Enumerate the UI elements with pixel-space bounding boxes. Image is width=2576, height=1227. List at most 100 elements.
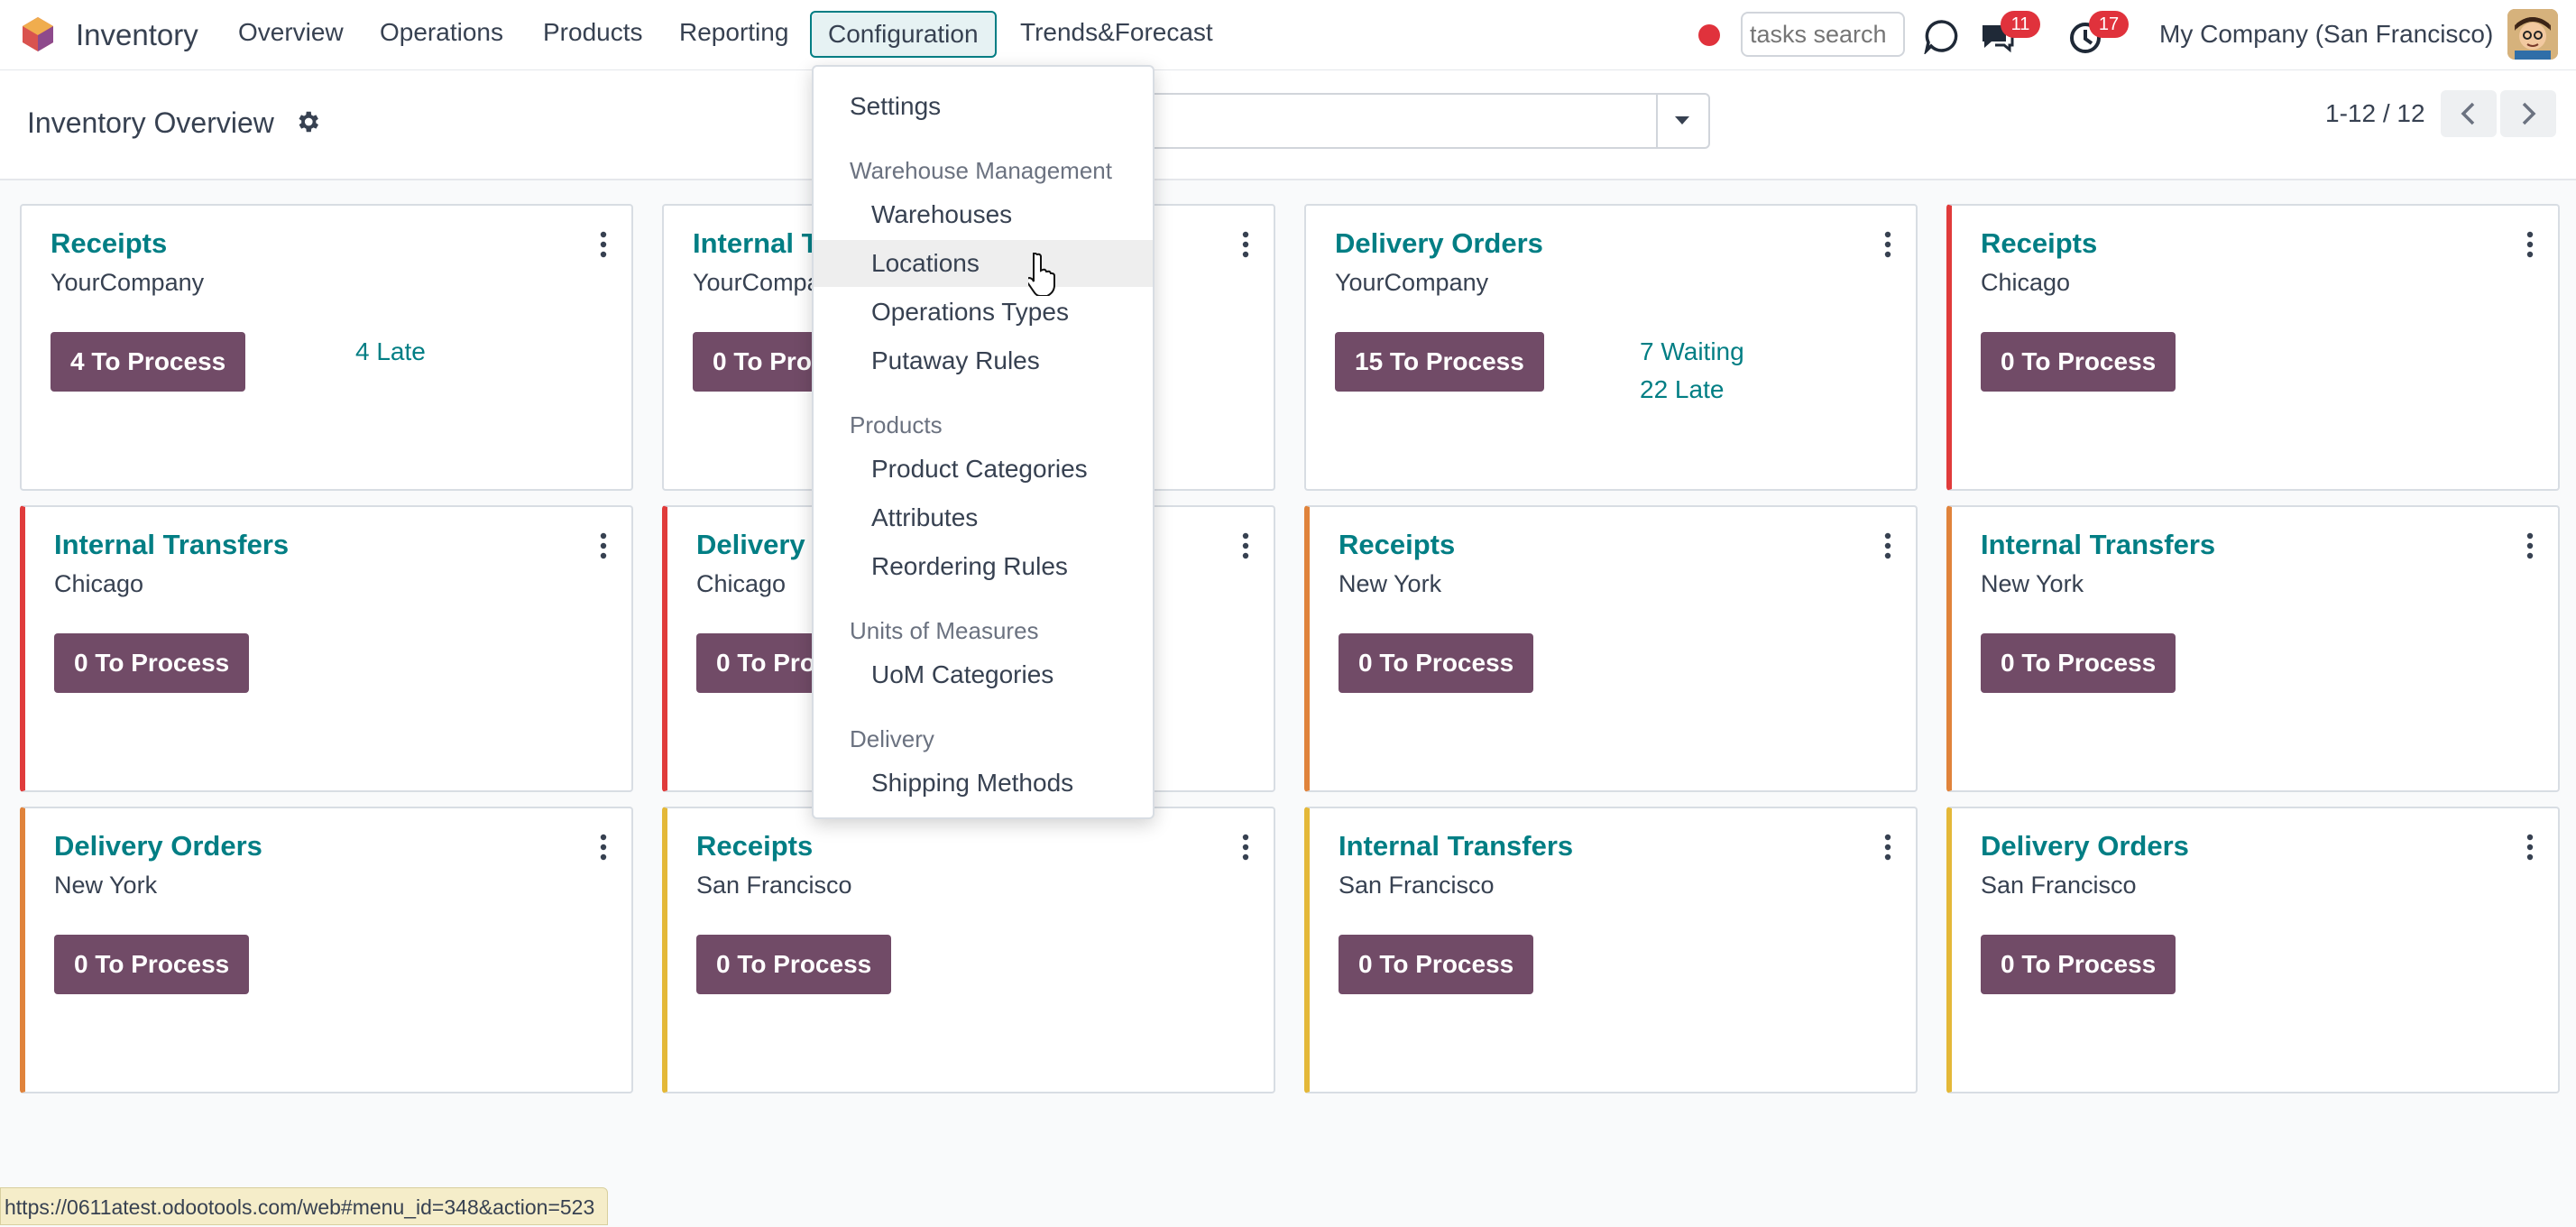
card-title[interactable]: Delivery Orders xyxy=(54,830,262,863)
to-process-button[interactable]: 0 To Process xyxy=(54,935,250,994)
kebab-icon[interactable] xyxy=(599,834,608,861)
card-warehouse: Chicago xyxy=(696,570,787,597)
operation-card[interactable]: Internal Transfers Chicago 0 To Process xyxy=(20,505,633,792)
card-title[interactable]: Internal Transfers xyxy=(54,529,289,561)
page-title: Inventory Overview xyxy=(27,106,274,139)
operation-card[interactable]: Delivery Orders YourCompany 15 To Proces… xyxy=(1304,204,1918,491)
nav-configuration[interactable]: Configuration xyxy=(810,11,997,58)
card-warehouse: Chicago xyxy=(54,570,144,597)
kebab-icon[interactable] xyxy=(599,532,608,559)
card-title[interactable]: Internal Transfers xyxy=(1981,529,2215,561)
tasks-search-input[interactable] xyxy=(1741,12,1905,57)
discuss-icon[interactable] xyxy=(1924,18,1960,54)
configuration-dropdown: Settings Warehouse Management Warehouses… xyxy=(812,65,1155,819)
kebab-icon[interactable] xyxy=(1883,532,1892,559)
menu-item-attributes[interactable]: Attributes xyxy=(814,494,1153,541)
card-warehouse: Chicago xyxy=(1981,269,2071,296)
nav-overview[interactable]: Overview xyxy=(238,18,344,47)
to-process-button[interactable]: 0 To Process xyxy=(1981,935,2176,994)
kebab-icon[interactable] xyxy=(2525,231,2535,258)
search-input[interactable] xyxy=(1145,93,1656,149)
control-panel: Inventory Overview 1-12 / 12 xyxy=(0,70,2576,180)
to-process-button[interactable]: 4 To Process xyxy=(51,332,246,392)
card-title[interactable]: Receipts xyxy=(696,830,813,863)
nav-reporting[interactable]: Reporting xyxy=(679,18,788,47)
card-title[interactable]: Receipts xyxy=(51,227,167,260)
menu-section-units-of-measures: Units of Measures xyxy=(850,617,1039,644)
card-warehouse: San Francisco xyxy=(696,872,852,899)
pager-next-button[interactable] xyxy=(2500,90,2556,137)
card-warehouse: San Francisco xyxy=(1981,872,2137,899)
menu-item-settings[interactable]: Settings xyxy=(814,83,1153,130)
operation-card[interactable]: Delivery Orders San Francisco 0 To Proce… xyxy=(1946,807,2560,1093)
kebab-icon[interactable] xyxy=(1241,231,1250,258)
to-process-button[interactable]: 0 To Process xyxy=(1339,935,1534,994)
operation-card[interactable]: Receipts Chicago 0 To Process xyxy=(1946,204,2560,491)
card-warehouse: New York xyxy=(54,872,158,899)
pager-previous-button[interactable] xyxy=(2441,90,2497,137)
card-warehouse: YourCompany xyxy=(1335,269,1489,296)
inventory-logo-icon[interactable] xyxy=(20,16,56,52)
card-warehouse: New York xyxy=(1339,570,1442,597)
kebab-icon[interactable] xyxy=(1883,834,1892,861)
kebab-icon[interactable] xyxy=(2525,834,2535,861)
menu-item-putaway-rules[interactable]: Putaway Rules xyxy=(814,337,1153,384)
to-process-button[interactable]: 0 To Process xyxy=(1981,633,2176,693)
app-name[interactable]: Inventory xyxy=(76,18,198,52)
menu-item-warehouses[interactable]: Warehouses xyxy=(814,191,1153,238)
kebab-icon[interactable] xyxy=(1241,532,1250,559)
top-navbar: Inventory Overview Operations Products R… xyxy=(0,0,2576,70)
gear-icon[interactable] xyxy=(294,108,321,135)
company-switcher[interactable]: My Company (San Francisco) xyxy=(2159,20,2493,49)
menu-section-products: Products xyxy=(850,411,943,438)
operation-card[interactable]: Receipts San Francisco 0 To Process xyxy=(662,807,1275,1093)
menu-item-uom-categories[interactable]: UoM Categories xyxy=(814,651,1153,698)
late-link[interactable]: 22 Late xyxy=(1640,375,1724,404)
caret-down-icon xyxy=(1675,116,1689,125)
pager-value[interactable]: 1-12 / 12 xyxy=(2325,99,2425,128)
operation-card[interactable]: Delivery Orders New York 0 To Process xyxy=(20,807,633,1093)
record-dot-icon[interactable] xyxy=(1698,24,1720,46)
nav-trends-forecast[interactable]: Trends&Forecast xyxy=(1020,18,1213,47)
menu-item-reordering-rules[interactable]: Reordering Rules xyxy=(814,543,1153,590)
to-process-button[interactable]: 0 To Process xyxy=(1981,332,2176,392)
kebab-icon[interactable] xyxy=(1883,231,1892,258)
activities-count-badge: 17 xyxy=(2089,11,2129,38)
operation-card[interactable]: Internal Transfers San Francisco 0 To Pr… xyxy=(1304,807,1918,1093)
card-title[interactable]: Receipts xyxy=(1339,529,1455,561)
card-warehouse: YourCompany xyxy=(51,269,205,296)
status-url-bar: https://0611atest.odootools.com/web#menu… xyxy=(0,1187,609,1225)
chevron-left-icon xyxy=(2461,102,2475,125)
operation-card[interactable]: Receipts New York 0 To Process xyxy=(1304,505,1918,792)
card-title[interactable]: Delivery Orders xyxy=(1981,830,2189,863)
card-warehouse: New York xyxy=(1981,570,2084,597)
operation-card[interactable]: Internal Transfers New York 0 To Process xyxy=(1946,505,2560,792)
hand-cursor-icon xyxy=(1028,253,1055,296)
menu-section-delivery: Delivery xyxy=(850,725,934,752)
to-process-button[interactable]: 0 To Process xyxy=(54,633,250,693)
card-title[interactable]: Receipts xyxy=(1981,227,2097,260)
user-avatar[interactable] xyxy=(2507,9,2558,60)
to-process-button[interactable]: 15 To Process xyxy=(1335,332,1544,392)
nav-products[interactable]: Products xyxy=(543,18,643,47)
kebab-icon[interactable] xyxy=(599,231,608,258)
menu-item-locations[interactable]: Locations xyxy=(814,240,1153,287)
operation-card[interactable]: Receipts YourCompany 4 To Process 4 Late xyxy=(20,204,633,491)
kebab-icon[interactable] xyxy=(2525,532,2535,559)
app-root: Inventory Overview Operations Products R… xyxy=(0,0,2576,1227)
card-title[interactable]: Internal Transfers xyxy=(1339,830,1573,863)
menu-item-shipping-methods[interactable]: Shipping Methods xyxy=(814,760,1153,807)
late-link[interactable]: 4 Late xyxy=(355,337,426,366)
kebab-icon[interactable] xyxy=(1241,834,1250,861)
menu-section-warehouse-management: Warehouse Management xyxy=(850,157,1112,184)
menu-item-operations-types[interactable]: Operations Types xyxy=(814,289,1153,336)
chevron-right-icon xyxy=(2522,102,2536,125)
search-options-toggle[interactable] xyxy=(1656,93,1710,149)
nav-operations[interactable]: Operations xyxy=(380,18,503,47)
menu-item-product-categories[interactable]: Product Categories xyxy=(814,446,1153,493)
messages-count-badge: 11 xyxy=(2001,11,2040,38)
to-process-button[interactable]: 0 To Process xyxy=(696,935,892,994)
waiting-link[interactable]: 7 Waiting xyxy=(1640,337,1744,366)
to-process-button[interactable]: 0 To Process xyxy=(1339,633,1534,693)
card-title[interactable]: Delivery Orders xyxy=(1335,227,1543,260)
